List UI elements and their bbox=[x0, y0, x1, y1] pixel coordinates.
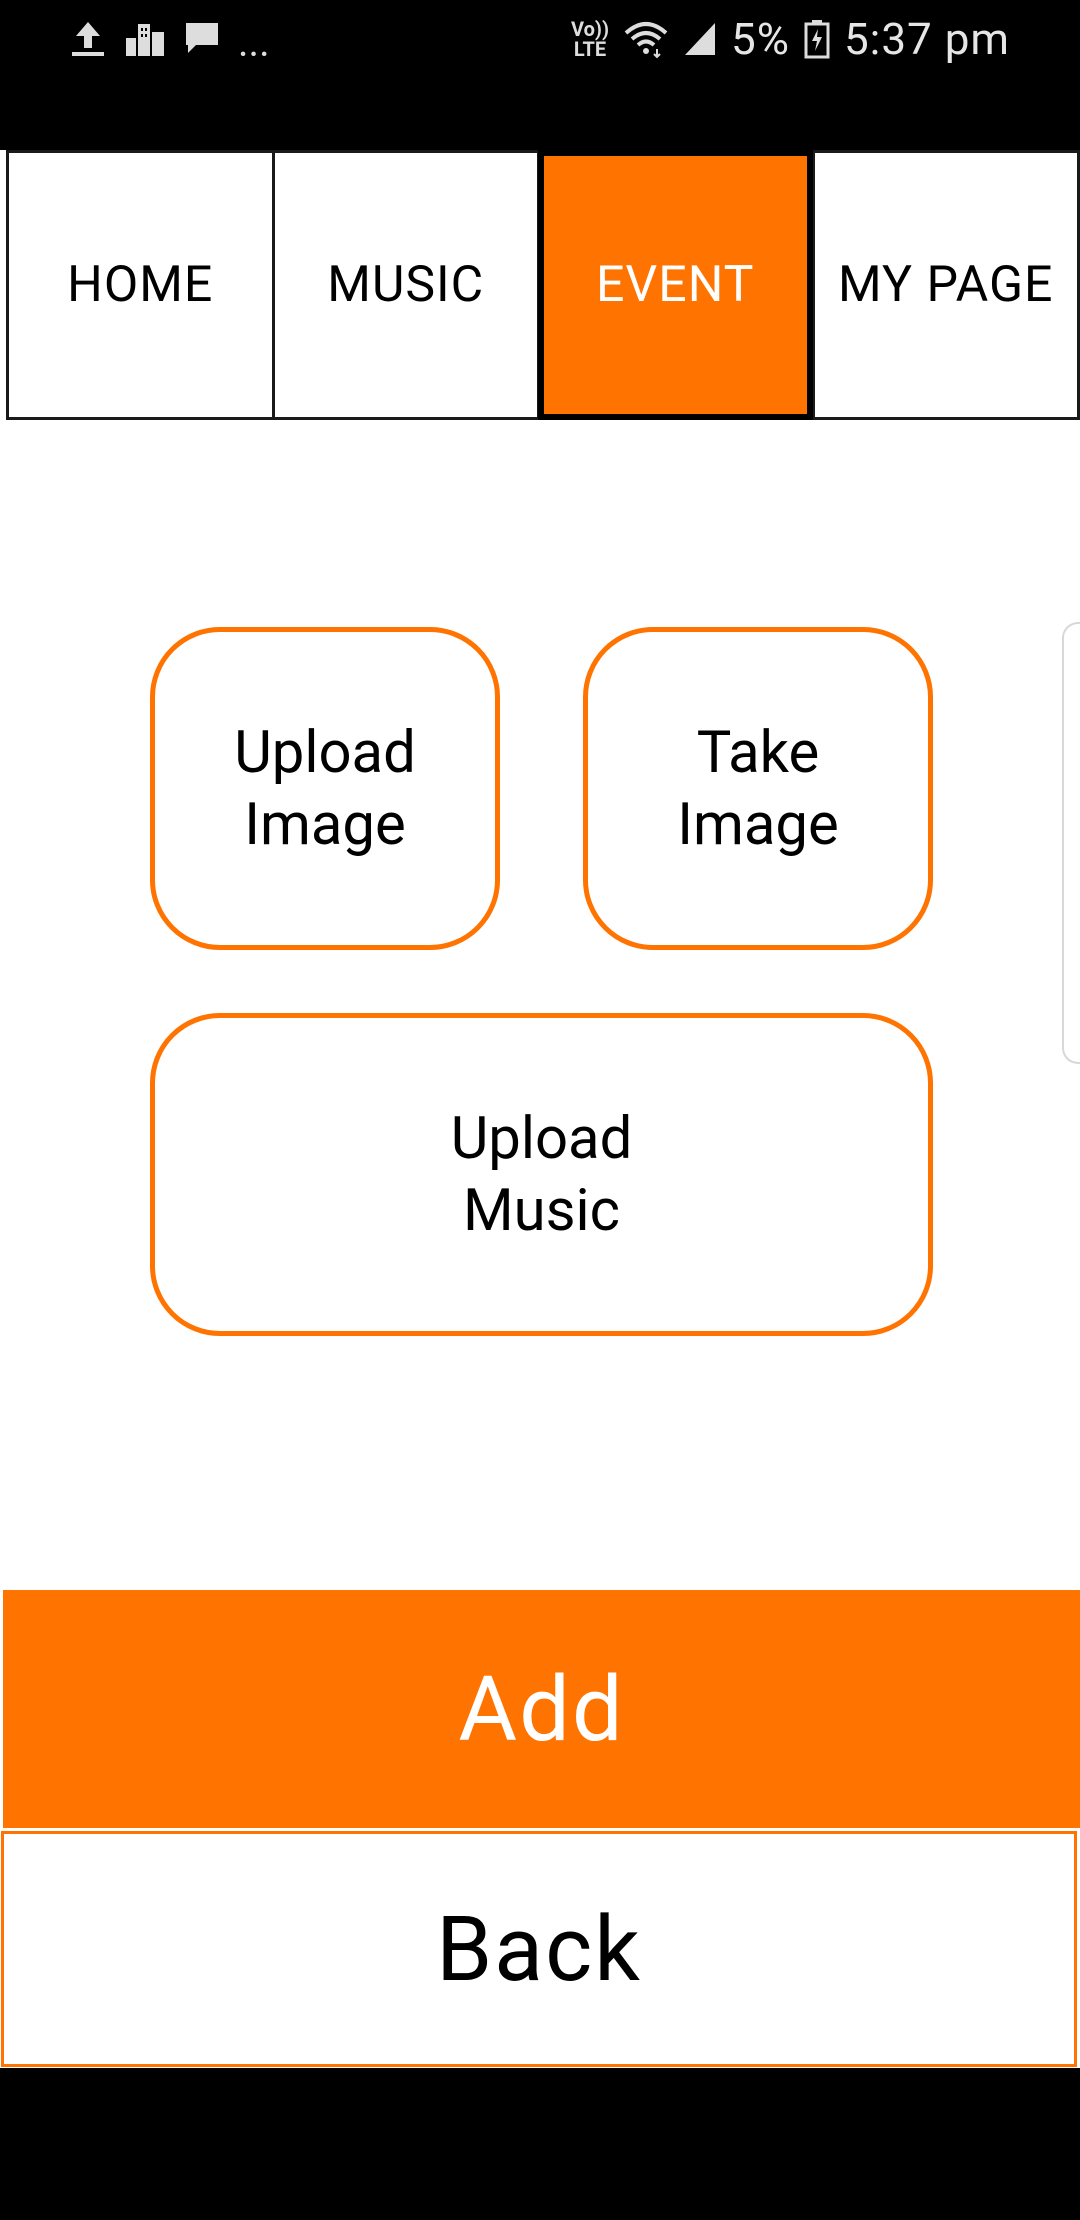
lte-label: LTE bbox=[573, 37, 607, 61]
tab-my-page-label: MY PAGE bbox=[838, 256, 1054, 314]
status-bar: ... Vo)) LTE 5% 5:37 pm bbox=[0, 0, 1080, 150]
clock: 5:37 pm bbox=[843, 13, 1010, 65]
tab-home-label: HOME bbox=[67, 256, 214, 314]
system-icons: Vo)) LTE 5% 5:37 pm bbox=[571, 13, 1010, 65]
system-navigation-bar bbox=[0, 2068, 1080, 2220]
tab-music-label: MUSIC bbox=[327, 256, 485, 314]
signal-icon bbox=[683, 21, 717, 57]
overflow-indicator: ... bbox=[238, 18, 270, 66]
upload-music-label: Upload Music bbox=[450, 1104, 633, 1245]
wifi-icon bbox=[623, 19, 669, 59]
city-icon bbox=[124, 20, 166, 58]
chat-bubble-icon bbox=[184, 21, 220, 57]
battery-percentage: 5% bbox=[730, 13, 790, 65]
volte-label: Vo)) bbox=[571, 17, 609, 41]
back-button-label: Back bbox=[436, 1896, 642, 2002]
take-image-button[interactable]: Take Image bbox=[583, 627, 933, 950]
add-button[interactable]: Add bbox=[3, 1590, 1080, 1828]
add-button-label: Add bbox=[458, 1656, 625, 1762]
upload-image-label: Upload Image bbox=[234, 718, 416, 859]
tab-music[interactable]: MUSIC bbox=[272, 150, 538, 420]
upload-image-button[interactable]: Upload Image bbox=[150, 627, 500, 950]
tab-event[interactable]: EVENT bbox=[538, 150, 813, 420]
app-screen: ... Vo)) LTE 5% 5:37 pm HOME MUSIC EVENT… bbox=[0, 0, 1080, 2220]
upload-music-button[interactable]: Upload Music bbox=[150, 1013, 933, 1336]
notification-icons: ... bbox=[70, 14, 270, 66]
tab-bar: HOME MUSIC EVENT MY PAGE bbox=[6, 150, 1080, 420]
take-image-label: Take Image bbox=[677, 718, 839, 859]
volte-indicator: Vo)) LTE bbox=[571, 19, 609, 59]
back-button[interactable]: Back bbox=[1, 1831, 1077, 2067]
edge-panel-handle[interactable] bbox=[1062, 622, 1080, 1064]
tab-event-label: EVENT bbox=[596, 256, 755, 314]
upload-icon bbox=[70, 20, 106, 58]
tab-home[interactable]: HOME bbox=[6, 150, 273, 420]
tab-my-page[interactable]: MY PAGE bbox=[812, 150, 1080, 420]
battery-icon bbox=[804, 19, 830, 59]
